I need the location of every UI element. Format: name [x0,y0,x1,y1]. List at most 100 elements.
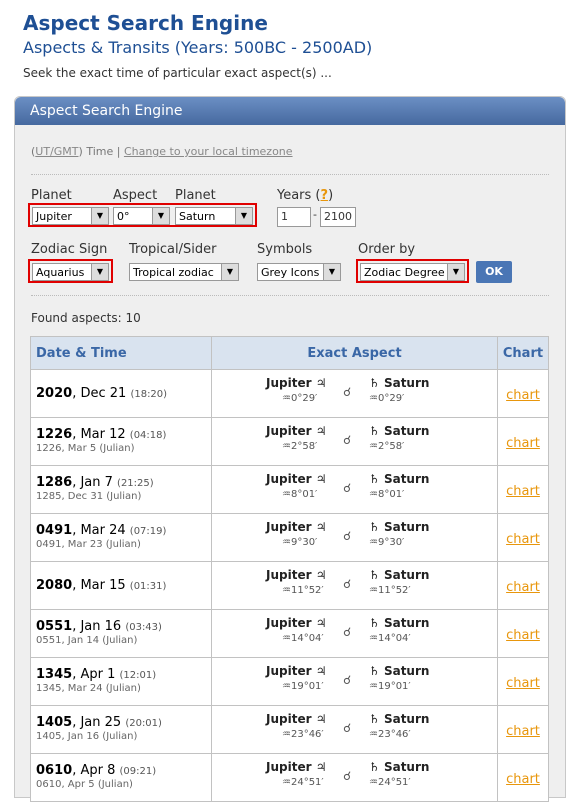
zodiac-value: Aquarius [36,266,85,279]
symbols-label: Symbols [257,242,313,257]
julian-date: 1345, Mar 24 (Julian) [36,683,141,694]
chart-link[interactable]: chart [506,580,540,595]
year-to-input[interactable]: 2100 [320,207,356,227]
aquarius-icon: ♒ [282,537,291,548]
jupiter-icon: ♃ [315,568,327,582]
chart-link[interactable]: chart [506,388,540,403]
date-cell: 1286, Jan 7 (21:25) 1285, Dec 31 (Julian) [30,465,212,514]
planet2-text: Saturn [383,664,430,678]
planet1-text: Jupiter [266,712,312,726]
years-help-link[interactable]: ? [321,188,329,203]
result-date: , Mar 24 [72,523,126,538]
planet2-text: Saturn [383,616,430,630]
degree-value: 9°30′ [377,537,405,548]
planet1-name: Jupiter ♃ [266,376,326,390]
table-row: 2020, Dec 21 (18:20) Jupiter ♃ ♒0°29′ ☌ ♄ Sa… [30,369,549,418]
result-year: 1405 [36,715,73,730]
planet1-degree: ♒0°29′ [282,393,317,404]
degree-value: 9°30′ [290,537,318,548]
saturn-icon: ♄ [369,760,380,774]
degree-value: 14°04′ [377,633,411,644]
planet2-select[interactable]: Saturn ▼ [175,207,253,225]
saturn-icon: ♄ [369,712,380,726]
planet2-degree: ♒2°58′ [369,441,404,452]
result-date: , Apr 8 [72,763,116,778]
tropical-sider-label: Tropical/Sider [129,242,217,257]
conjunction-icon: ☌ [343,433,352,447]
page-description: Seek the exact time of particular exact … [23,66,332,80]
chart-link[interactable]: chart [506,724,540,739]
aquarius-icon: ♒ [369,777,378,788]
degree-value: 0°29′ [290,393,318,404]
aquarius-icon: ♒ [369,585,378,596]
aspect-label: Aspect [113,188,158,203]
tropical-select[interactable]: Tropical zodiac ▼ [129,263,239,281]
chart-link[interactable]: chart [506,772,540,787]
chart-link[interactable]: chart [506,628,540,643]
chart-link[interactable]: chart [506,484,540,499]
aspect-cell: Jupiter ♃ ♒23°46′ ☌ ♄ Saturn ♒23°46′ [211,705,498,754]
page-header: Aspect Search Engine Aspects & Transits … [0,0,580,82]
chart-cell: chart [497,369,549,418]
aspect-cell: Jupiter ♃ ♒2°58′ ☌ ♄ Saturn ♒2°58′ [211,417,498,466]
chart-link[interactable]: chart [506,532,540,547]
degree-value: 11°52′ [377,585,411,596]
result-date: , Jan 16 [72,619,122,634]
planet1-name: Jupiter ♃ [266,424,326,438]
table-row: 1405, Jan 25 (20:01) 1405, Jan 16 (Julian… [30,705,549,754]
degree-value: 19°01′ [377,681,411,692]
divider [31,174,549,175]
symbols-select[interactable]: Grey Icons ▼ [257,263,341,281]
result-time: (01:31) [129,581,167,592]
planet2-degree: ♒11°52′ [369,585,411,596]
jupiter-icon: ♃ [315,376,327,390]
planet1-name: Jupiter ♃ [266,616,326,630]
aspect-select[interactable]: 0° ▼ [113,207,170,225]
saturn-icon: ♄ [369,520,380,534]
planet1-name: Jupiter ♃ [266,760,326,774]
result-date: , Dec 21 [72,386,127,401]
ok-button[interactable]: OK [476,261,512,283]
planet2-name: ♄ Saturn [369,520,429,534]
symbols-value: Grey Icons [261,266,320,279]
header-exact-aspect[interactable]: Exact Aspect [211,336,498,370]
chart-link[interactable]: chart [506,436,540,451]
saturn-icon: ♄ [369,376,380,390]
planet2-degree: ♒8°01′ [369,489,404,500]
jupiter-icon: ♃ [315,520,327,534]
years-label: Years (?) [277,188,333,203]
order-by-select[interactable]: Zodiac Degree ▼ [360,263,465,281]
chart-link[interactable]: chart [506,676,540,691]
table-row: 1286, Jan 7 (21:25) 1285, Dec 31 (Julian)… [30,465,549,514]
planet2-degree: ♒23°46′ [369,729,411,740]
zodiac-select[interactable]: Aquarius ▼ [32,263,109,281]
julian-date: 1226, Mar 5 (Julian) [36,443,135,454]
degree-value: 14°04′ [290,633,324,644]
divider [31,295,549,296]
result-date: , Jan 25 [72,715,122,730]
planet1-select[interactable]: Jupiter ▼ [32,207,109,225]
table-row: 0551, Jan 16 (03:43) 0551, Jan 14 (Julian… [30,609,549,658]
result-time: (04:18) [129,430,167,441]
degree-value: 24°51′ [377,777,411,788]
year-from-input[interactable]: 1 [277,207,311,227]
date-cell: 1226, Mar 12 (04:18) 1226, Mar 5 (Julian) [30,417,212,466]
jupiter-icon: ♃ [315,664,327,678]
header-date-time[interactable]: Date & Time [30,336,212,370]
aquarius-icon: ♒ [282,777,291,788]
result-time: (03:43) [125,622,162,633]
header-chart[interactable]: Chart [497,336,549,370]
aquarius-icon: ♒ [282,441,291,452]
date-cell: 2020, Dec 21 (18:20) [30,369,212,418]
result-time: (21:25) [117,478,154,489]
chevron-down-icon: ▼ [91,264,108,280]
planet2-degree: ♒9°30′ [369,537,404,548]
aspect-cell: Jupiter ♃ ♒0°29′ ☌ ♄ Saturn ♒0°29′ [211,369,498,418]
julian-date: 0551, Jan 14 (Julian) [36,635,138,646]
tropical-value: Tropical zodiac [133,266,214,279]
change-timezone-link[interactable]: Change to your local timezone [124,145,293,158]
planet2-degree: ♒14°04′ [369,633,411,644]
chevron-down-icon: ▼ [323,264,340,280]
aquarius-icon: ♒ [282,633,291,644]
page-title: Aspect Search Engine [23,11,268,35]
